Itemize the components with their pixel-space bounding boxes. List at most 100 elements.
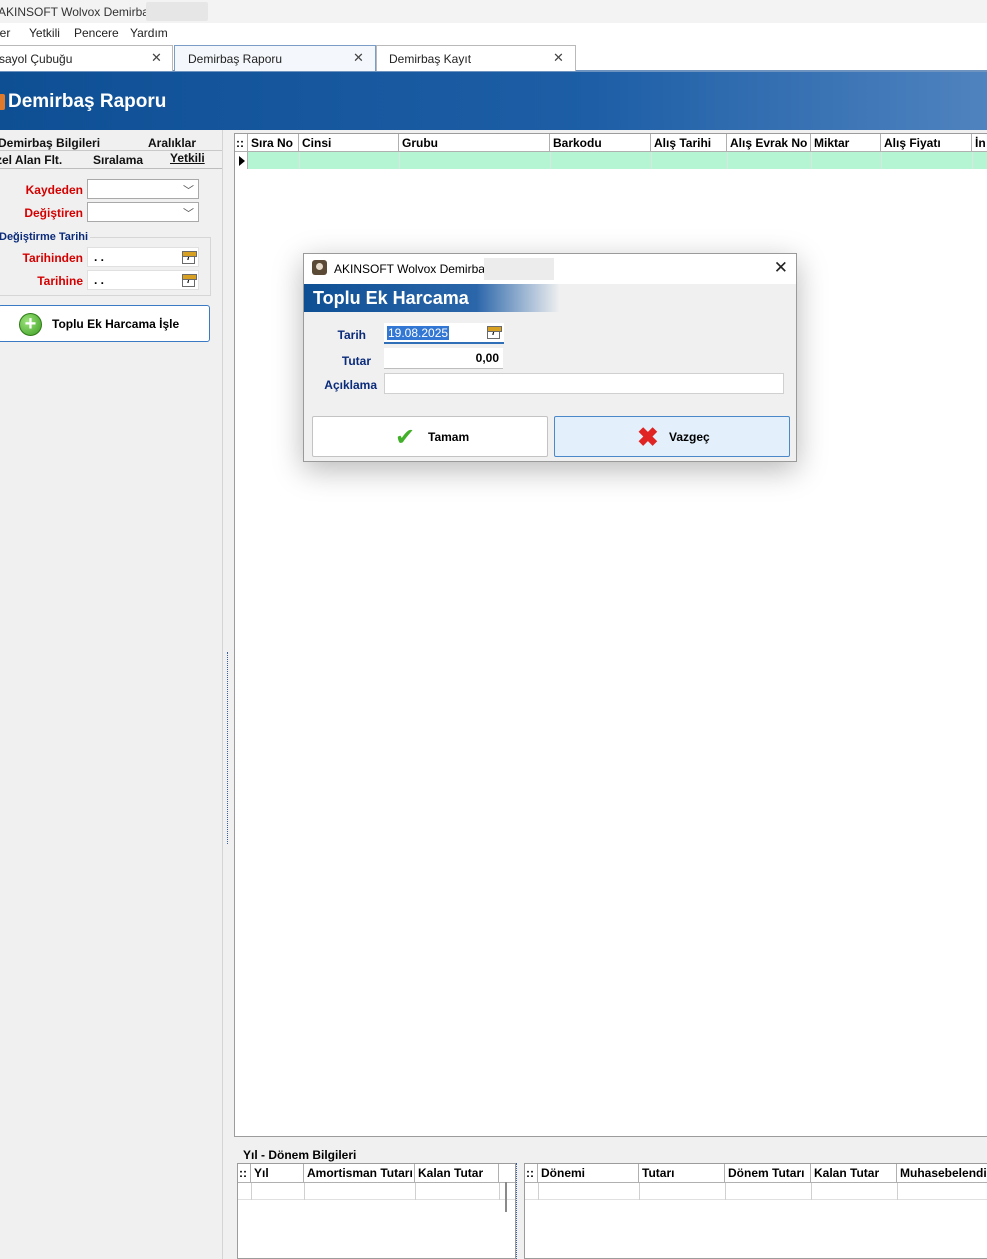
kaydeden-label: Kaydeden [25, 183, 83, 197]
tarih-input[interactable]: 19.08.2025 7 [384, 323, 504, 344]
kaydeden-combo[interactable]: ﹀ [87, 179, 199, 199]
close-icon[interactable]: ✕ [353, 50, 364, 66]
table-row[interactable] [238, 1183, 515, 1200]
tab-demirbas-bilgileri[interactable]: Demirbaş Bilgileri [0, 136, 100, 150]
tab-yetkili[interactable]: Yetkili [170, 151, 205, 165]
cell-divider [299, 152, 300, 169]
app-icon [312, 260, 327, 275]
filter-panel: Demirbaş Bilgileri Aralıklar zel Alan Fl… [0, 130, 222, 1259]
column-donem-tutari[interactable]: Dönem Tutarı [725, 1164, 811, 1183]
tutar-input[interactable]: 0,00 [384, 348, 503, 369]
tutar-label: Tutar [341, 354, 371, 368]
title-blurred-region [146, 2, 208, 21]
column-grubu[interactable]: Grubu [399, 134, 550, 152]
dialog-title: Toplu Ek Harcama [313, 288, 469, 308]
checkmark-icon: ✔ [395, 424, 416, 451]
cell-divider [972, 152, 973, 169]
yil-donem-panel: Yıl - Dönem Bilgileri :: Yıl Amortisman … [234, 1140, 987, 1259]
table-row[interactable] [235, 152, 987, 169]
degistiren-combo[interactable]: ﹀ [87, 202, 199, 222]
degistiren-label: Değiştiren [24, 206, 83, 220]
dialog-window-title: AKINSOFT Wolvox Demirbaş [334, 262, 491, 276]
report-icon [0, 94, 5, 110]
vazgec-button[interactable]: ✖ Vazgeç [554, 416, 790, 457]
group-title: Değiştirme Tarihi [0, 231, 91, 243]
column-amortisman-tutari[interactable]: Amortisman Tutarı [304, 1164, 415, 1183]
column-cinsi[interactable]: Cinsi [299, 134, 399, 152]
column-selector[interactable]: :: [235, 134, 248, 152]
page-title: Demirbaş Raporu [8, 91, 167, 112]
menu-item-yardim[interactable]: Yardım [130, 26, 168, 40]
column-tutari[interactable]: Tutarı [639, 1164, 725, 1183]
column-sira-no[interactable]: Sıra No [248, 134, 299, 152]
column-selector[interactable]: :: [525, 1164, 538, 1183]
calendar-icon[interactable]: 7 [487, 326, 502, 339]
tab-label: Demirbaş Kayıt [389, 52, 472, 66]
tarihinden-input[interactable]: . . 7 [87, 247, 199, 267]
button-label: Toplu Ek Harcama İşle [52, 317, 180, 331]
row-indicator-icon [235, 152, 248, 169]
yil-grid[interactable]: :: Yıl Amortisman Tutarı Kalan Tutar [237, 1163, 516, 1259]
dialog-header-band: Toplu Ek Harcama [304, 284, 796, 312]
toplu-ek-harcama-dialog: AKINSOFT Wolvox Demirbaş ✕ Toplu Ek Harc… [303, 253, 797, 462]
button-label: Tamam [428, 430, 470, 444]
column-alis-tarihi[interactable]: Alış Tarihi [651, 134, 727, 152]
column-miktar[interactable]: Miktar [811, 134, 881, 152]
column-alis-fiyati[interactable]: Alış Fiyatı [881, 134, 972, 152]
calendar-icon[interactable]: 7 [182, 274, 197, 287]
grid-header: :: Sıra No Cinsi Grubu Barkodu Alış Tari… [235, 134, 987, 152]
menu-item-yetkili[interactable]: Yetkili [29, 26, 60, 40]
cell-divider [550, 152, 551, 169]
tutar-value: 0,00 [475, 351, 499, 365]
tarihinden-label: Tarihinden [22, 251, 83, 265]
toplu-ek-harcama-isle-button[interactable]: + Toplu Ek Harcama İşle [0, 305, 210, 342]
section-title: Yıl - Dönem Bilgileri [243, 1148, 357, 1162]
tarihine-input[interactable]: . . 7 [87, 270, 199, 290]
menu-item-ler[interactable]: ler [0, 26, 10, 40]
tab-siralama[interactable]: Sıralama [93, 153, 143, 167]
column-kalan-tutar[interactable]: Kalan Tutar [811, 1164, 897, 1183]
cell-divider [727, 152, 728, 169]
window-title: AKINSOFT Wolvox Demirbaş [0, 5, 155, 19]
table-row[interactable] [525, 1183, 987, 1200]
tab-ozel-alan-filtre[interactable]: zel Alan Flt. [0, 153, 62, 167]
panel-splitter[interactable] [222, 130, 234, 1259]
calendar-icon[interactable]: 7 [182, 251, 197, 264]
tab-demirbas-kayit[interactable]: Demirbaş Kayıt ✕ [376, 45, 576, 71]
document-tabstrip: sayol Çubuğu ✕ Demirbaş Raporu ✕ Demirba… [0, 43, 987, 72]
scrollbar-thumb[interactable] [505, 1182, 507, 1212]
column-muhasebelendi[interactable]: Muhasebelendi [897, 1164, 987, 1183]
tab-label: Demirbaş Raporu [188, 52, 283, 66]
tab-araliklar[interactable]: Aralıklar [148, 136, 196, 150]
tamam-button[interactable]: ✔ Tamam [312, 416, 548, 457]
tab-demirbas-raporu[interactable]: Demirbaş Raporu ✕ [174, 45, 376, 71]
column-selector[interactable]: :: [238, 1164, 251, 1183]
tarih-value: 19.08.2025 [387, 326, 450, 340]
close-icon[interactable]: ✕ [553, 50, 564, 66]
column-kalan-tutar[interactable]: Kalan Tutar [415, 1164, 499, 1183]
close-icon[interactable]: ✕ [151, 50, 162, 66]
column-donemi[interactable]: Dönemi [538, 1164, 639, 1183]
dialog-titlebar: AKINSOFT Wolvox Demirbaş ✕ [304, 254, 796, 284]
column-in[interactable]: İn [972, 134, 987, 152]
tab-kisayol-cubugu[interactable]: sayol Çubuğu ✕ [0, 45, 173, 71]
bottom-splitter[interactable] [516, 1163, 524, 1259]
column-yil[interactable]: Yıl [251, 1164, 304, 1183]
menu-item-pencere[interactable]: Pencere [74, 26, 119, 40]
chevron-down-icon[interactable]: ﹀ [183, 205, 194, 221]
close-icon[interactable]: ✕ [774, 258, 788, 278]
plus-circle-icon: + [19, 313, 42, 336]
x-mark-icon: ✖ [637, 422, 659, 452]
app-titlebar: AKINSOFT Wolvox Demirbaş [0, 0, 987, 23]
chevron-down-icon[interactable]: ﹀ [183, 182, 194, 198]
column-barkodu[interactable]: Barkodu [550, 134, 651, 152]
aciklama-input[interactable] [384, 373, 784, 394]
column-alis-evrak-no[interactable]: Alış Evrak No [727, 134, 811, 152]
title-blurred-region [484, 258, 554, 280]
tab-label: sayol Çubuğu [0, 52, 73, 66]
report-header: Demirbaş Raporu [0, 72, 987, 130]
tarihine-label: Tarihine [37, 274, 83, 288]
donem-grid-header: :: Dönemi Tutarı Dönem Tutarı Kalan Tuta… [525, 1164, 987, 1183]
splitter-grip[interactable] [227, 652, 231, 844]
donem-grid[interactable]: :: Dönemi Tutarı Dönem Tutarı Kalan Tuta… [524, 1163, 987, 1259]
